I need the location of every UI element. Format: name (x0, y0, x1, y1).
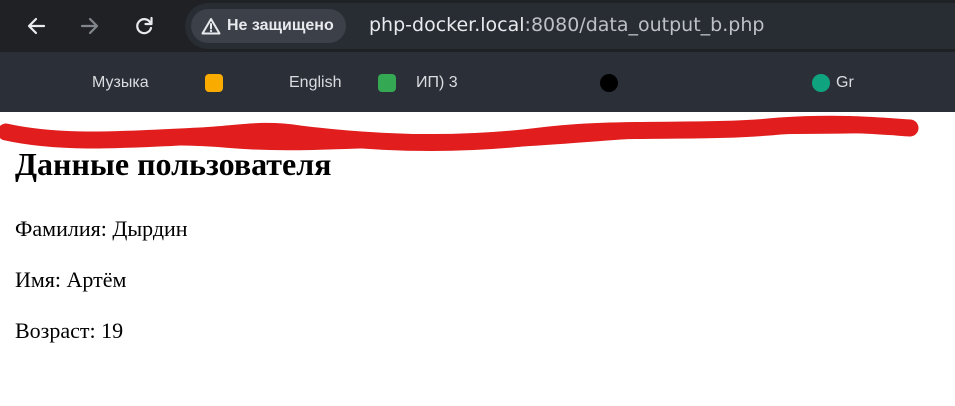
bookmark-item[interactable] (600, 72, 618, 94)
bookmark-favicon-icon (205, 74, 223, 92)
security-chip[interactable]: Не защищено (191, 9, 346, 43)
bookmark-label: English (289, 74, 342, 91)
back-button[interactable] (20, 10, 52, 42)
bookmarks-bar: Музыка English ИП) 3 Gr (0, 52, 955, 152)
bookmark-favicon-icon (378, 74, 396, 92)
forward-button[interactable] (74, 10, 106, 42)
surname-field: Фамилия: Дырдин (15, 216, 188, 241)
security-label: Не защищено (227, 17, 334, 34)
bookmark-label: Gr (836, 74, 854, 91)
page-title: Данные пользователя (15, 146, 332, 182)
address-bar[interactable]: Не защищено php-docker.local:8080/data_o… (185, 3, 955, 49)
age-field: Возраст: 19 (15, 318, 124, 343)
reload-button[interactable] (128, 10, 160, 42)
bookmark-item[interactable]: Gr (812, 72, 854, 94)
bookmark-item[interactable]: Музыка (92, 72, 149, 94)
chatgpt-icon (812, 74, 830, 92)
url-text[interactable]: php-docker.local:8080/data_output_b.php (369, 14, 764, 36)
bookmark-label: Музыка (92, 74, 149, 91)
url-host: php-docker.local (369, 14, 525, 36)
url-path: :8080/data_output_b.php (524, 14, 765, 36)
bookmark-item[interactable]: ИП) 3 (378, 72, 458, 94)
bookmark-favicon-icon (600, 74, 618, 92)
reload-icon (136, 16, 153, 35)
name-field: Имя: Артём (15, 267, 127, 292)
arrow-right-icon (80, 17, 99, 35)
bookmark-item[interactable]: English (205, 72, 341, 94)
browser-toolbar: Не защищено php-docker.local:8080/data_o… (0, 0, 955, 52)
bookmark-label: ИП) 3 (416, 74, 458, 91)
warning-icon (201, 18, 221, 35)
arrow-left-icon (27, 17, 46, 35)
